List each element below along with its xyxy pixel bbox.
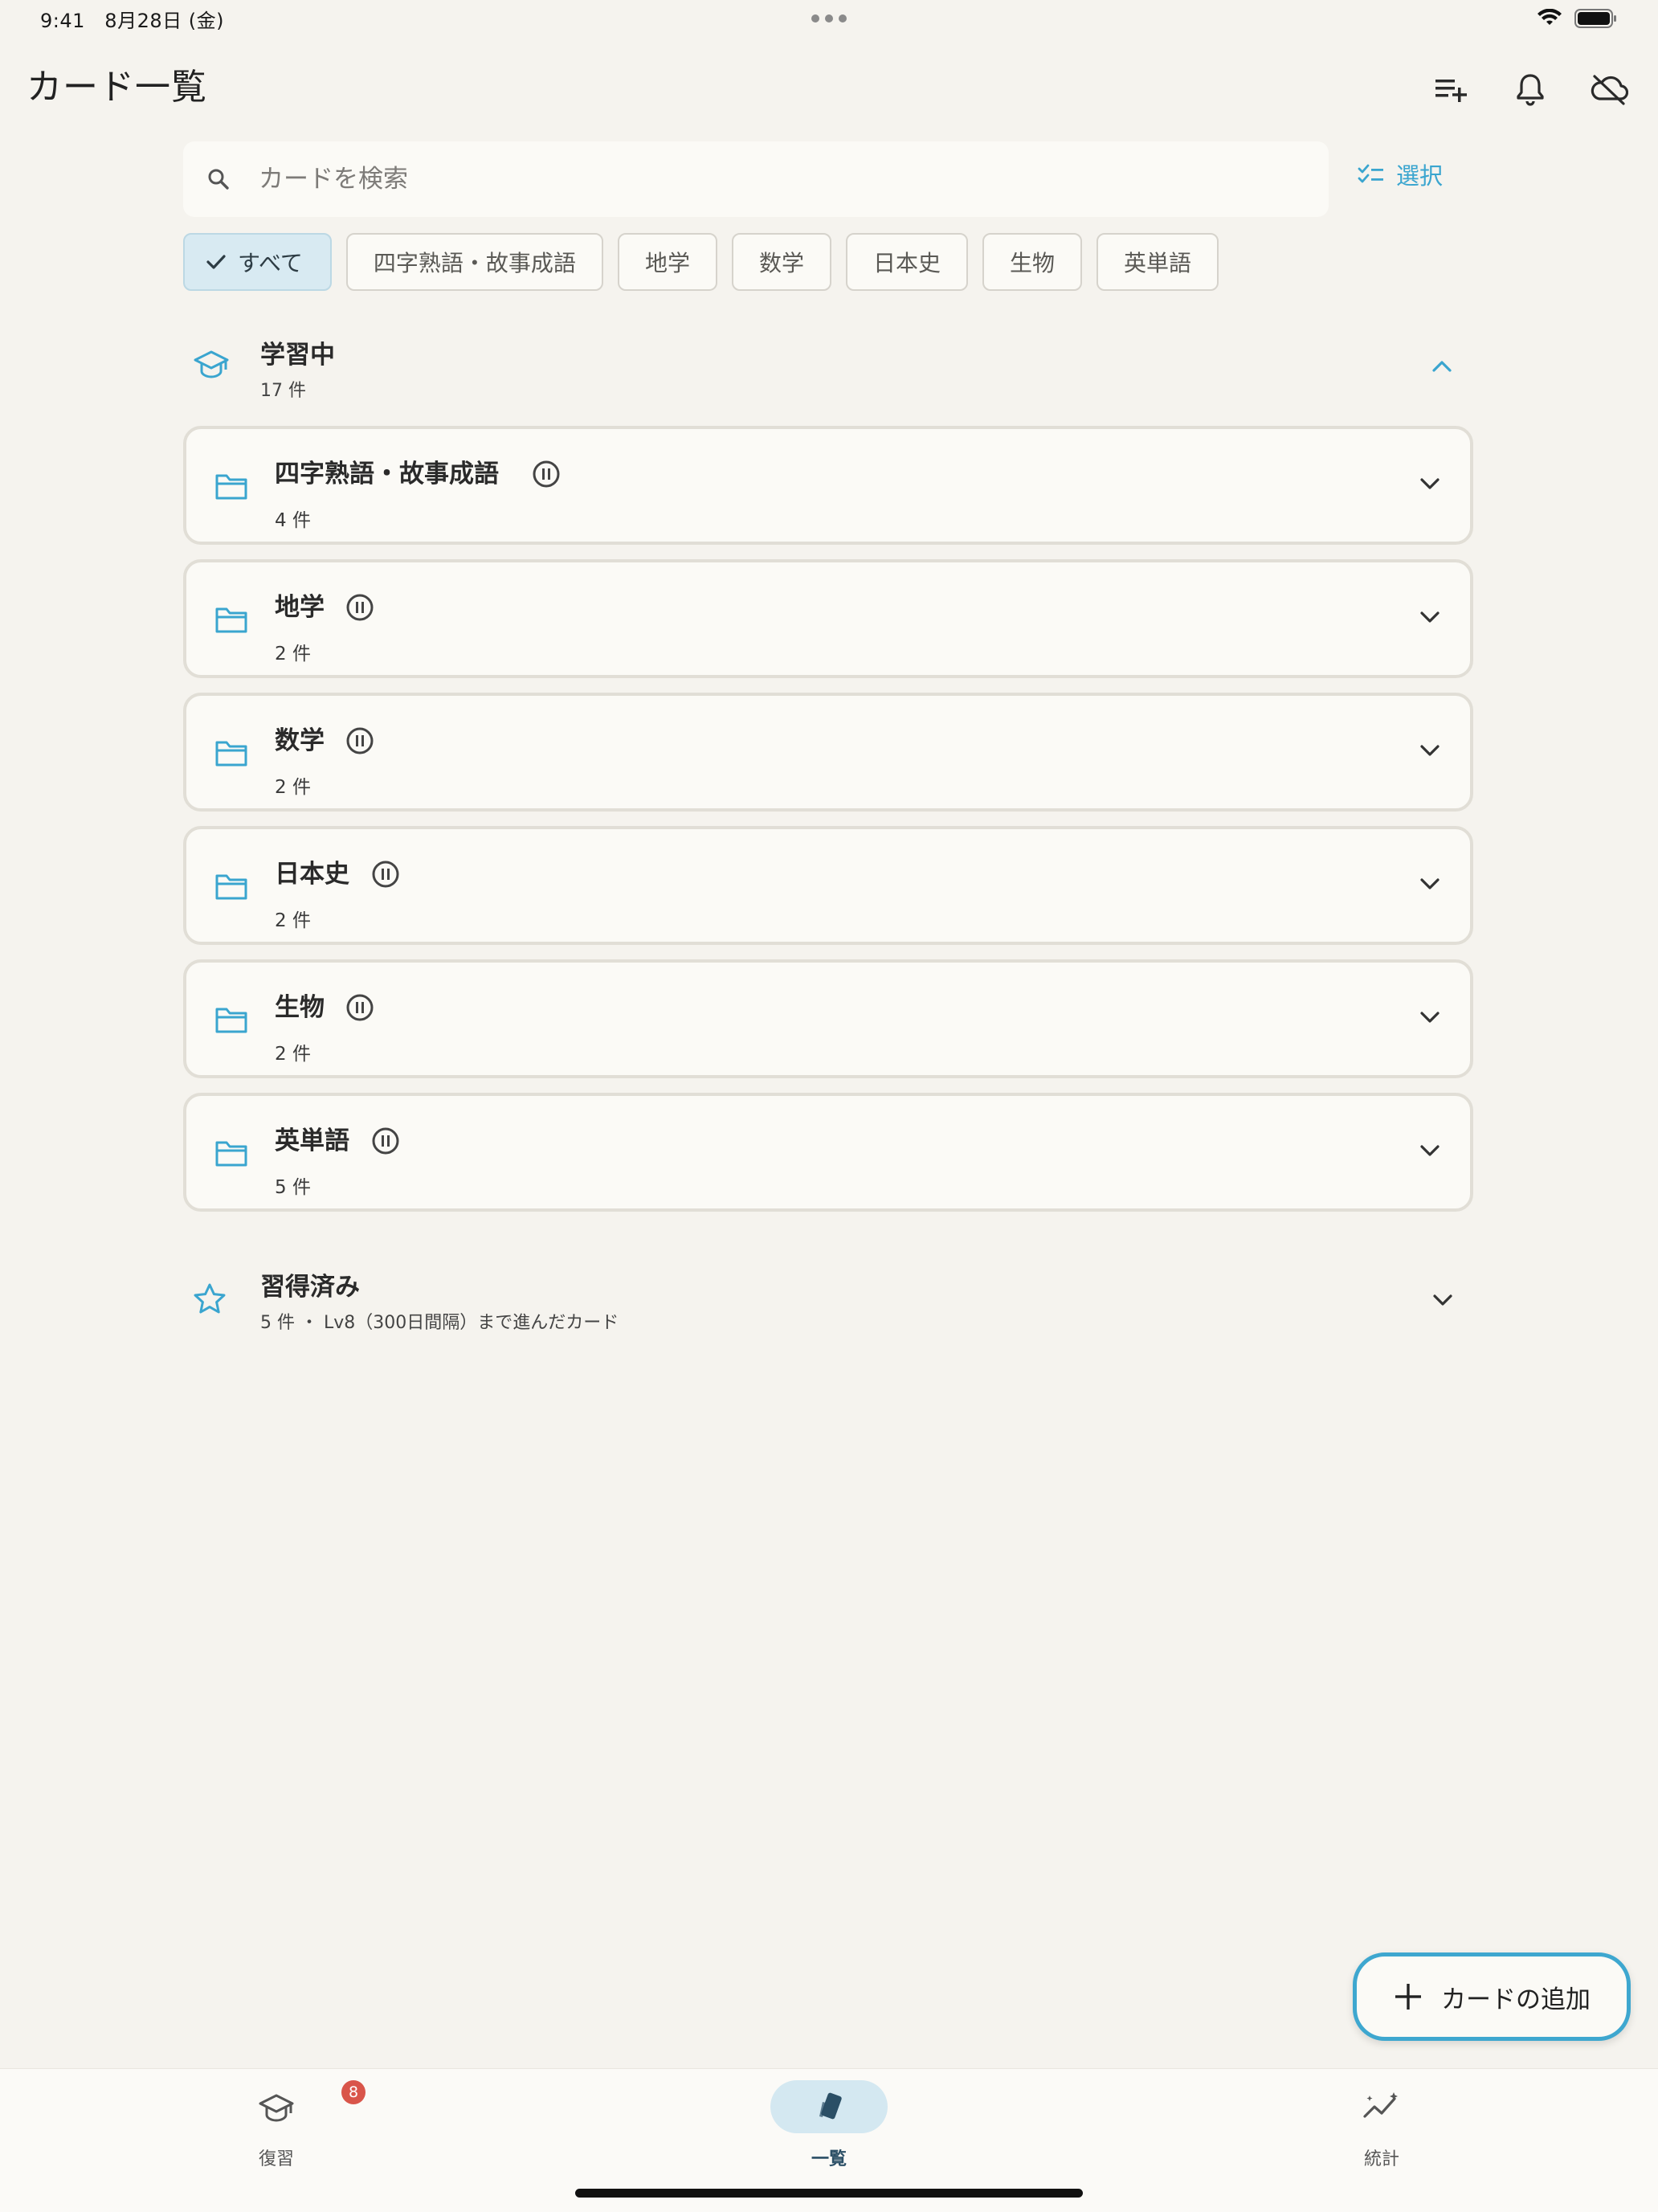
stats-sparkle-icon xyxy=(1363,2092,1398,2118)
chip-biology[interactable]: 生物 xyxy=(982,233,1082,291)
chip-label: 数学 xyxy=(758,250,804,276)
status-time: 9:41 xyxy=(40,10,85,32)
nav-review-iconwrap: 8 xyxy=(258,2080,365,2133)
folder-name: 生物 xyxy=(275,993,325,1022)
chip-label: 日本史 xyxy=(872,250,941,276)
header-actions xyxy=(1423,61,1637,117)
nav-stats-iconwrap xyxy=(1362,2080,1402,2133)
chip-label: すべて xyxy=(238,250,303,276)
select-button[interactable]: 選択 xyxy=(1358,157,1443,191)
chip-label: 英単語 xyxy=(1124,250,1192,276)
folder-icon xyxy=(215,607,247,633)
nav-review[interactable]: 8 復習 xyxy=(196,2080,365,2170)
folder-count: 2 件 xyxy=(275,1044,311,1065)
nav-stats[interactable]: 統計 xyxy=(1301,2080,1462,2170)
chevron-up-icon[interactable] xyxy=(1430,358,1454,374)
pause-circle-icon[interactable] xyxy=(345,726,374,755)
search-icon xyxy=(208,169,229,190)
cloud-off-icon xyxy=(1591,75,1628,105)
status-bar-time: 9:41 8月28日 (金) xyxy=(40,5,224,33)
folder-icon xyxy=(215,741,247,767)
pause-circle-icon[interactable] xyxy=(345,993,374,1022)
chevron-down-icon[interactable] xyxy=(1431,1292,1454,1308)
chip-yojijukugo[interactable]: 四字熟語・故事成語 xyxy=(345,233,603,291)
battery-icon xyxy=(1574,9,1616,28)
folder-count: 4 件 xyxy=(275,510,311,531)
pause-circle-icon[interactable] xyxy=(371,860,400,889)
sync-off-button[interactable] xyxy=(1581,61,1637,117)
folder-count: 2 件 xyxy=(275,777,311,798)
checklist-icon xyxy=(1358,164,1383,183)
bell-icon xyxy=(1517,74,1544,106)
graduation-cap-icon xyxy=(194,350,229,378)
add-card-fab[interactable]: カードの追加 xyxy=(1353,1952,1631,2041)
folder-card-japanese-history[interactable]: 日本史 2 件 xyxy=(183,826,1473,945)
nav-list[interactable]: 一覧 xyxy=(749,2080,909,2170)
chip-english-words[interactable]: 英単語 xyxy=(1096,233,1219,291)
select-label: 選択 xyxy=(1396,162,1444,190)
pause-circle-icon[interactable] xyxy=(371,1126,400,1155)
folder-count: 2 件 xyxy=(275,644,311,664)
review-badge: 8 xyxy=(341,2080,365,2104)
mastered-title: 習得済み xyxy=(260,1273,360,1302)
folder-icon xyxy=(215,1008,247,1033)
folder-count: 5 件 xyxy=(275,1177,311,1198)
mastered-subtitle: 5 件 ・ Lv8（300日間隔）まで進んだカード xyxy=(260,1313,619,1333)
folder-card-math[interactable]: 数学 2 件 xyxy=(183,693,1473,812)
folder-card-yojijukugo[interactable]: 四字熟語・故事成語 4 件 xyxy=(183,426,1473,545)
nav-active-pill xyxy=(770,2080,888,2133)
folder-name: 日本史 xyxy=(275,860,349,889)
notifications-button[interactable] xyxy=(1502,61,1558,117)
cards-icon xyxy=(819,2092,842,2120)
chip-math[interactable]: 数学 xyxy=(731,233,831,291)
learning-count: 17 件 xyxy=(260,381,306,401)
folder-name: 地学 xyxy=(275,593,325,622)
folder-name: 英単語 xyxy=(275,1126,349,1155)
chip-label: 生物 xyxy=(1009,250,1055,276)
search-bar[interactable] xyxy=(183,141,1329,217)
chevron-down-icon[interactable] xyxy=(1419,609,1441,625)
chevron-down-icon[interactable] xyxy=(1419,1009,1441,1025)
fab-label: カードの追加 xyxy=(1441,1985,1591,2014)
search-input[interactable] xyxy=(257,164,1224,194)
check-icon xyxy=(206,255,226,269)
chevron-down-icon[interactable] xyxy=(1419,742,1441,758)
nav-label: 一覧 xyxy=(811,2149,847,2169)
learning-title: 学習中 xyxy=(260,341,335,370)
plus-icon xyxy=(1395,1984,1421,2010)
star-outline-icon xyxy=(194,1283,226,1314)
folder-icon xyxy=(215,874,247,900)
folder-card-earth-science[interactable]: 地学 2 件 xyxy=(183,559,1473,678)
graduation-cap-icon xyxy=(259,2094,294,2122)
chevron-down-icon[interactable] xyxy=(1419,476,1441,492)
pause-circle-icon[interactable] xyxy=(532,460,561,489)
folder-count: 2 件 xyxy=(275,910,311,931)
chevron-down-icon[interactable] xyxy=(1419,876,1441,892)
folder-icon xyxy=(215,474,247,500)
add-list-button[interactable] xyxy=(1423,61,1480,117)
status-date: 8月28日 (金) xyxy=(104,10,224,32)
filter-chips: すべて 四字熟語・故事成語 地学 数学 日本史 生物 英単語 xyxy=(183,233,1219,291)
folder-name: 数学 xyxy=(275,726,325,755)
multitasking-dots[interactable] xyxy=(811,14,847,22)
pause-circle-icon[interactable] xyxy=(345,593,374,622)
chevron-down-icon[interactable] xyxy=(1419,1143,1441,1159)
folder-card-biology[interactable]: 生物 2 件 xyxy=(183,959,1473,1078)
learning-section-header[interactable] xyxy=(183,328,1473,405)
chip-japanese-history[interactable]: 日本史 xyxy=(845,233,968,291)
folder-card-english-words[interactable]: 英単語 5 件 xyxy=(183,1093,1473,1212)
nav-label: 復習 xyxy=(258,2149,294,2169)
chip-label: 地学 xyxy=(644,250,690,276)
status-indicators xyxy=(1538,8,1618,29)
page-title: カード一覧 xyxy=(27,67,207,108)
playlist-add-icon xyxy=(1435,80,1467,102)
chip-earth-science[interactable]: 地学 xyxy=(617,233,717,291)
chip-all[interactable]: すべて xyxy=(183,233,332,291)
chip-label: 四字熟語・故事成語 xyxy=(373,250,576,276)
folder-name: 四字熟語・故事成語 xyxy=(275,460,499,489)
nav-label: 統計 xyxy=(1363,2149,1399,2169)
folder-icon xyxy=(215,1141,247,1167)
home-indicator[interactable] xyxy=(575,2189,1083,2198)
wifi-icon xyxy=(1538,9,1562,25)
